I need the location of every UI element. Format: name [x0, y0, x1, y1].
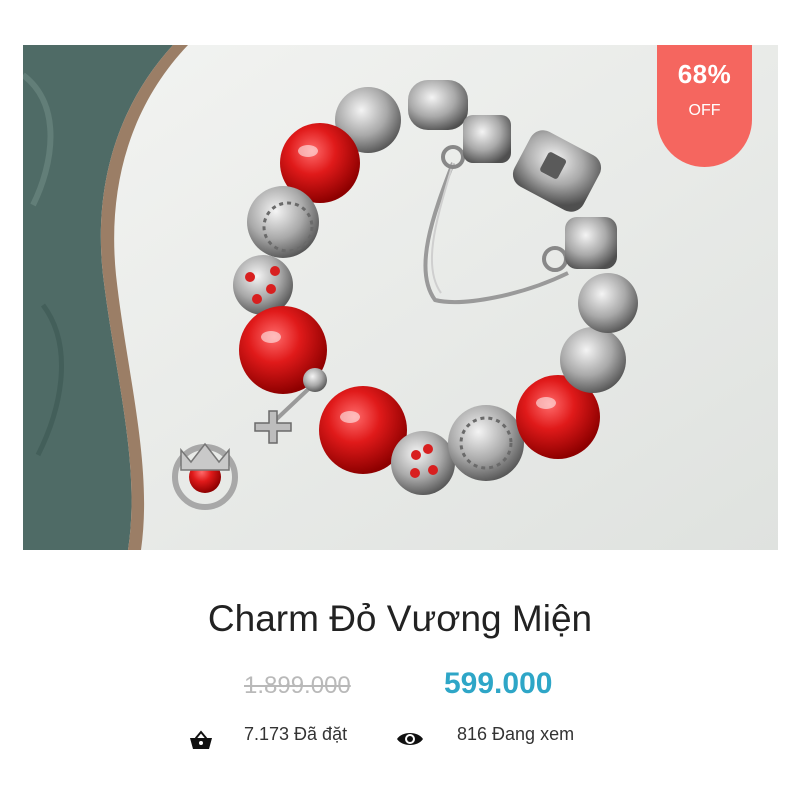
discount-badge: 68% OFF	[657, 45, 752, 167]
orders-count: 7.173 Đã đặt	[244, 724, 348, 744]
product-title[interactable]: Charm Đỏ Vương Miện	[0, 598, 800, 640]
product-card[interactable]: 68% OFF Charm Đỏ Vương Miện 1.899.000 59…	[0, 0, 800, 800]
sale-price: 599.000	[444, 667, 553, 700]
discount-off-label: OFF	[688, 102, 721, 119]
discount-percent: 68%	[677, 59, 732, 89]
viewers-count: 816 Đang xem	[457, 724, 575, 744]
eye-icon	[396, 730, 424, 753]
original-price: 1.899.000	[244, 672, 351, 699]
basket-icon	[189, 730, 213, 755]
